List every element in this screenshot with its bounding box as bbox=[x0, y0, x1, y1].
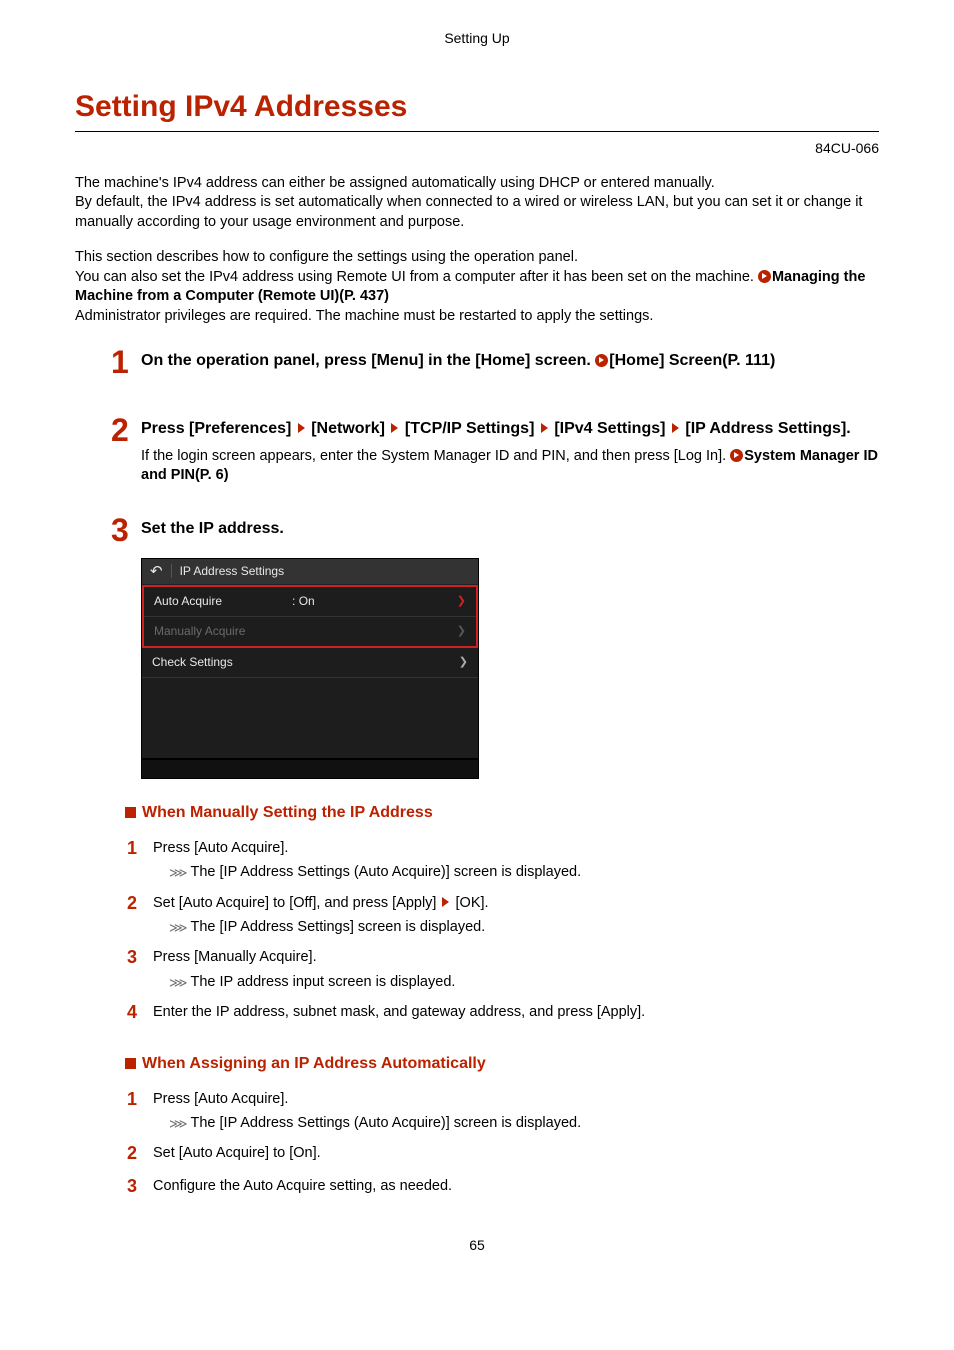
back-icon: ↶ bbox=[150, 564, 163, 579]
substep-a1: 1 Press [Auto Acquire]. bbox=[125, 837, 879, 860]
device-highlight-group: Auto Acquire : On ❯ Manually Acquire ❯ bbox=[142, 585, 478, 648]
step-3: 3 Set the IP address. bbox=[111, 516, 879, 546]
step-title-text: On the operation panel, press [Menu] in … bbox=[141, 352, 595, 369]
substep-text: Press [Manually Acquire]. bbox=[153, 946, 879, 966]
substep-number: 4 bbox=[125, 1001, 153, 1024]
step-title: Press [Preferences] [Network] [TCP/IP Se… bbox=[141, 418, 879, 440]
device-titlebar: ↶ IP Address Settings bbox=[142, 559, 478, 585]
page-number: 65 bbox=[75, 1237, 879, 1255]
bc-part: [TCP/IP Settings] bbox=[405, 420, 535, 437]
device-screenshot: ↶ IP Address Settings Auto Acquire : On … bbox=[141, 558, 479, 779]
substep-b1: 1 Press [Auto Acquire]. bbox=[125, 1088, 879, 1111]
square-bullet-icon bbox=[125, 1058, 136, 1069]
breadcrumb-arrow-icon bbox=[298, 423, 305, 433]
intro-paragraph-1: The machine's IPv4 address can either be… bbox=[75, 174, 879, 233]
device-footer bbox=[142, 678, 478, 758]
step-title: On the operation panel, press [Menu] in … bbox=[141, 350, 879, 372]
intro-line-with-link: You can also set the IPv4 address using … bbox=[75, 268, 879, 307]
device-row-label: Auto Acquire bbox=[154, 594, 222, 609]
substep-b3: 3 Configure the Auto Acquire setting, as… bbox=[125, 1175, 879, 1198]
section-header: Setting Up bbox=[75, 30, 879, 48]
substep-b2: 2 Set [Auto Acquire] to [On]. bbox=[125, 1142, 879, 1165]
result-text: The [IP Address Settings (Auto Acquire)]… bbox=[191, 863, 582, 881]
device-row-label: Manually Acquire bbox=[154, 624, 245, 639]
device-row-check-settings: Check Settings ❯ bbox=[142, 648, 478, 678]
chevron-right-icon: ❯ bbox=[457, 595, 466, 609]
substep-a2: 2 Set [Auto Acquire] to [Off], and press… bbox=[125, 892, 879, 915]
substep-text: Configure the Auto Acquire setting, as n… bbox=[153, 1175, 879, 1195]
doc-code: 84CU-066 bbox=[75, 140, 879, 158]
substep-result: ⋙ The [IP Address Settings (Auto Acquire… bbox=[169, 1114, 879, 1132]
substep-text: Set [Auto Acquire] to [On]. bbox=[153, 1142, 879, 1162]
step-number: 3 bbox=[111, 514, 141, 546]
link-icon bbox=[730, 449, 743, 462]
result-arrow-icon: ⋙ bbox=[169, 920, 187, 936]
substep-text: Enter the IP address, subnet mask, and g… bbox=[153, 1001, 879, 1021]
substep-result: ⋙ The IP address input screen is display… bbox=[169, 973, 879, 991]
step-2: 2 Press [Preferences] [Network] [TCP/IP … bbox=[111, 416, 879, 486]
step-description: If the login screen appears, enter the S… bbox=[141, 447, 879, 486]
bc-part: [IP Address Settings]. bbox=[685, 420, 850, 437]
link-icon bbox=[595, 354, 608, 367]
substep-number: 1 bbox=[125, 837, 153, 860]
result-text: The [IP Address Settings (Auto Acquire)]… bbox=[191, 1114, 582, 1132]
intro-line: This section describes how to configure … bbox=[75, 248, 879, 268]
substep-number: 3 bbox=[125, 1175, 153, 1198]
subheading-auto: When Assigning an IP Address Automatical… bbox=[125, 1054, 879, 1074]
result-text: The IP address input screen is displayed… bbox=[191, 973, 456, 991]
bc-part: [Network] bbox=[311, 420, 385, 437]
breadcrumb-arrow-icon bbox=[391, 423, 398, 433]
device-row-label: Check Settings bbox=[152, 655, 233, 670]
breadcrumb-arrow-icon bbox=[442, 897, 449, 907]
breadcrumb-arrow-icon bbox=[541, 423, 548, 433]
breadcrumb-arrow-icon bbox=[672, 423, 679, 433]
step-number: 1 bbox=[111, 346, 141, 378]
intro-text: You can also set the IPv4 address using … bbox=[75, 269, 758, 285]
step-number: 2 bbox=[111, 414, 141, 446]
device-row-auto-acquire: Auto Acquire : On ❯ bbox=[144, 587, 476, 617]
substep-number: 2 bbox=[125, 892, 153, 915]
bc-part: Press [Preferences] bbox=[141, 420, 291, 437]
step-title: Set the IP address. bbox=[141, 518, 879, 540]
device-row-value: : On bbox=[222, 594, 457, 609]
title-rule bbox=[75, 131, 879, 132]
result-text: The [IP Address Settings] screen is disp… bbox=[191, 918, 486, 936]
step-1: 1 On the operation panel, press [Menu] i… bbox=[111, 348, 879, 378]
substep-text: Set [Auto Acquire] to [Off], and press [… bbox=[153, 892, 879, 912]
substep-number: 3 bbox=[125, 946, 153, 969]
link-icon bbox=[758, 270, 771, 283]
result-arrow-icon: ⋙ bbox=[169, 975, 187, 991]
substep-number: 1 bbox=[125, 1088, 153, 1111]
chevron-right-icon: ❯ bbox=[459, 656, 468, 670]
chevron-right-icon: ❯ bbox=[457, 625, 466, 639]
subheading-manual: When Manually Setting the IP Address bbox=[125, 803, 879, 823]
page-title: Setting IPv4 Addresses bbox=[75, 88, 879, 126]
subheading-text: When Assigning an IP Address Automatical… bbox=[142, 1054, 486, 1074]
intro-line: The machine's IPv4 address can either be… bbox=[75, 174, 879, 194]
subheading-text: When Manually Setting the IP Address bbox=[142, 803, 433, 823]
substep-result: ⋙ The [IP Address Settings] screen is di… bbox=[169, 918, 879, 936]
square-bullet-icon bbox=[125, 807, 136, 818]
cross-reference-link[interactable]: [Home] Screen(P. 111) bbox=[609, 352, 775, 369]
device-title-text: IP Address Settings bbox=[180, 564, 285, 579]
step-desc-text: If the login screen appears, enter the S… bbox=[141, 448, 730, 464]
substep-text-a: Set [Auto Acquire] to [Off], and press [… bbox=[153, 895, 440, 911]
substep-text: Press [Auto Acquire]. bbox=[153, 1088, 879, 1108]
result-arrow-icon: ⋙ bbox=[169, 865, 187, 881]
substep-a4: 4 Enter the IP address, subnet mask, and… bbox=[125, 1001, 879, 1024]
device-row-manually-acquire: Manually Acquire ❯ bbox=[144, 617, 476, 646]
intro-line: By default, the IPv4 address is set auto… bbox=[75, 193, 879, 232]
substep-text: Press [Auto Acquire]. bbox=[153, 837, 879, 857]
substep-text-b: [OK]. bbox=[451, 895, 488, 911]
substep-number: 2 bbox=[125, 1142, 153, 1165]
intro-paragraph-2: This section describes how to configure … bbox=[75, 248, 879, 326]
device-bottom-bar bbox=[142, 758, 478, 778]
result-arrow-icon: ⋙ bbox=[169, 1116, 187, 1132]
intro-line: Administrator privileges are required. T… bbox=[75, 307, 879, 327]
bc-part: [IPv4 Settings] bbox=[554, 420, 665, 437]
substep-result: ⋙ The [IP Address Settings (Auto Acquire… bbox=[169, 863, 879, 881]
substep-a3: 3 Press [Manually Acquire]. bbox=[125, 946, 879, 969]
